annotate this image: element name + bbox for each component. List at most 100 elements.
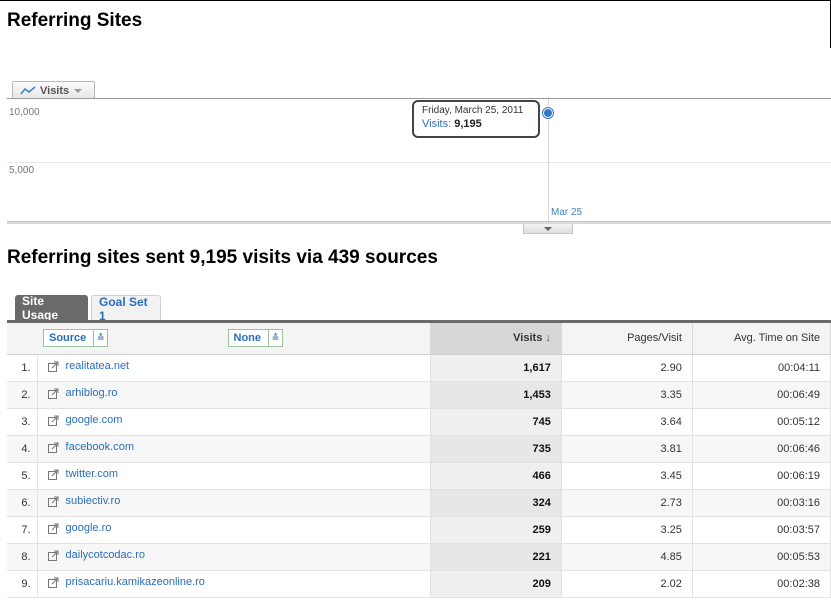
source-name[interactable]: prisacariu.kamikazeonline.ro <box>66 576 205 588</box>
data-point[interactable] <box>543 108 553 118</box>
source-link[interactable]: subiectiv.ro <box>47 495 121 507</box>
visits-cell: 735 <box>430 435 562 463</box>
row-index: 8. <box>7 543 38 571</box>
source-link[interactable]: prisacariu.kamikazeonline.ro <box>47 576 205 588</box>
double-chevron-down-icon: ≛ <box>268 330 282 347</box>
pages-visit-cell: 2.73 <box>561 489 693 517</box>
secondary-dropdown-label: None <box>233 332 262 345</box>
avg-time-cell: 00:06:19 <box>692 462 831 490</box>
row-index: 3. <box>7 408 38 436</box>
dimension-header: Source ≛ None ≛ <box>7 323 431 355</box>
graph-collapse-handle[interactable] <box>523 224 573 234</box>
pages-visit-header-label: Pages/Visit <box>627 332 682 345</box>
source-cell: dailycotcodac.ro <box>37 543 431 571</box>
grid-line <box>7 162 831 163</box>
tab-site-usage[interactable]: Site Usage <box>15 294 88 322</box>
visits-column-header[interactable]: Visits ↓ <box>430 323 562 355</box>
visits-cell: 1,617 <box>430 354 562 382</box>
source-name[interactable]: realitatea.net <box>66 360 130 372</box>
row-index: 1. <box>7 354 38 382</box>
graph-tooltip: Friday, March 25, 2011 Visits: 9,195 <box>412 100 540 138</box>
external-link-icon[interactable] <box>47 496 59 507</box>
pages-visit-cell: 3.35 <box>561 381 693 409</box>
visits-cell: 259 <box>430 516 562 544</box>
page-title: Referring Sites <box>7 10 143 31</box>
graph-bottom-bar <box>7 221 831 224</box>
table-row: 8. dailycotcodac.ro 221 4.85 00:05:53 <box>7 543 831 571</box>
visits-cell: 466 <box>430 462 562 490</box>
source-name[interactable]: twitter.com <box>66 468 119 480</box>
visits-header-label: Visits <box>513 332 543 345</box>
top-border <box>0 0 831 1</box>
source-link[interactable]: twitter.com <box>47 468 119 480</box>
source-cell: realitatea.net <box>37 354 431 382</box>
y-tick-label: 10,000 <box>9 107 40 118</box>
source-link[interactable]: google.ro <box>47 522 112 534</box>
source-cell: twitter.com <box>37 462 431 490</box>
pages-visit-cell: 3.25 <box>561 516 693 544</box>
pages-visit-column-header[interactable]: Pages/Visit <box>561 323 693 355</box>
source-cell: google.ro <box>37 516 431 544</box>
external-link-icon[interactable] <box>47 388 59 399</box>
table-row: 5. twitter.com 466 3.45 00:06:19 <box>7 462 831 490</box>
tooltip-metric-label: Visits: <box>422 118 452 130</box>
source-cell: arhiblog.ro <box>37 381 431 409</box>
row-index: 4. <box>7 435 38 463</box>
source-dropdown-label: Source <box>49 332 87 345</box>
source-cell: facebook.com <box>37 435 431 463</box>
source-name[interactable]: facebook.com <box>66 441 134 453</box>
avg-time-cell: 00:06:46 <box>692 435 831 463</box>
tooltip-value: 9,195 <box>454 118 482 130</box>
source-cell: subiectiv.ro <box>37 489 431 517</box>
summary-heading: Referring sites sent 9,195 visits via 43… <box>7 247 438 268</box>
source-cell: prisacariu.kamikazeonline.ro <box>37 570 431 598</box>
source-name[interactable]: dailycotcodac.ro <box>66 549 146 561</box>
visits-cell: 745 <box>430 408 562 436</box>
row-index: 9. <box>7 570 38 598</box>
external-link-icon[interactable] <box>47 361 59 372</box>
y-tick-label: 5,000 <box>9 165 35 176</box>
source-link[interactable]: facebook.com <box>47 441 134 453</box>
metric-selector-button[interactable]: Visits <box>12 81 95 99</box>
source-dropdown[interactable]: Source ≛ <box>43 329 109 348</box>
source-name[interactable]: google.ro <box>66 522 112 534</box>
source-name[interactable]: google.com <box>66 414 123 426</box>
source-link[interactable]: realitatea.net <box>47 360 130 372</box>
visits-cell: 221 <box>430 543 562 571</box>
external-link-icon[interactable] <box>47 442 59 453</box>
source-name[interactable]: arhiblog.ro <box>66 387 118 399</box>
external-link-icon[interactable] <box>47 577 59 588</box>
visits-cell: 209 <box>430 570 562 598</box>
source-link[interactable]: dailycotcodac.ro <box>47 549 146 561</box>
external-link-icon[interactable] <box>47 469 59 480</box>
avg-time-cell: 00:03:16 <box>692 489 831 517</box>
avg-time-cell: 00:06:49 <box>692 381 831 409</box>
table-header-row: Source ≛ None ≛ Visits ↓ Pages/Visit Avg.… <box>7 323 831 355</box>
source-link[interactable]: arhiblog.ro <box>47 387 118 399</box>
tab-goal-set-1[interactable]: Goal Set 1 <box>91 295 161 323</box>
line-chart-icon <box>20 85 36 94</box>
row-index: 7. <box>7 516 38 544</box>
chevron-down-icon <box>544 226 552 231</box>
pages-visit-cell: 3.81 <box>561 435 693 463</box>
avg-time-header-label: Avg. Time on Site <box>733 332 820 345</box>
avg-time-cell: 00:04:11 <box>692 354 831 382</box>
source-link[interactable]: google.com <box>47 414 123 426</box>
avg-time-column-header[interactable]: Avg. Time on Site <box>692 323 831 355</box>
pages-visit-cell: 2.02 <box>561 570 693 598</box>
pages-visit-cell: 4.85 <box>561 543 693 571</box>
metric-label: Visits <box>40 84 70 97</box>
external-link-icon[interactable] <box>47 415 59 426</box>
source-name[interactable]: subiectiv.ro <box>66 495 121 507</box>
row-index: 5. <box>7 462 38 490</box>
table-row: 2. arhiblog.ro 1,453 3.35 00:06:49 <box>7 381 831 409</box>
avg-time-cell: 00:05:53 <box>692 543 831 571</box>
avg-time-cell: 00:02:38 <box>692 570 831 598</box>
referring-sites-table: Source ≛ None ≛ Visits ↓ Pages/Visit Avg.… <box>7 323 831 598</box>
secondary-dimension-dropdown[interactable]: None ≛ <box>227 329 283 348</box>
table-row: 9. prisacariu.kamikazeonline.ro 209 2.02 00:… <box>7 570 831 598</box>
table-row: 3. google.com 745 3.64 00:05:12 <box>7 408 831 436</box>
avg-time-cell: 00:05:12 <box>692 408 831 436</box>
external-link-icon[interactable] <box>47 523 59 534</box>
external-link-icon[interactable] <box>47 550 59 561</box>
